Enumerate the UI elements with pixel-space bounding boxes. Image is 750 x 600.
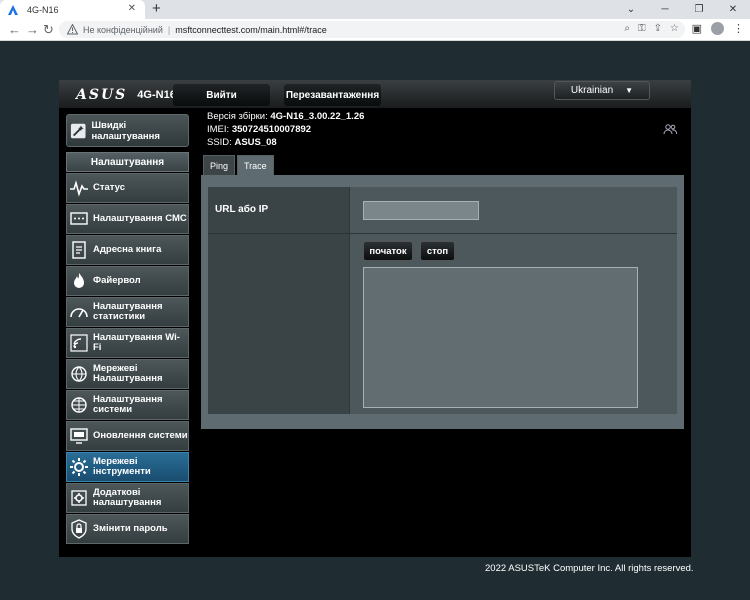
close-window-icon[interactable]: ✕ <box>716 0 750 19</box>
sidebar-item-network-tools[interactable]: Мережеві інструменти <box>66 452 189 482</box>
system-globe-icon <box>71 397 87 413</box>
tab-close-icon[interactable]: ✕ <box>128 3 136 14</box>
build-value: 4G-N16_3.00.22_1.26 <box>270 111 365 122</box>
pulse-icon <box>70 180 88 197</box>
reboot-button[interactable]: Перезавантаження <box>284 84 381 106</box>
sidebar-item-label: Налаштування системи <box>93 394 163 415</box>
quick-setup-label: Швидкі налаштування <box>91 119 160 142</box>
window-controls: ⌄ ─ ❐ ✕ <box>614 0 750 19</box>
browser-tabstrip: 4G-N16 ✕ + ⌄ ─ ❐ ✕ <box>0 0 750 19</box>
sidebar-item-statistics-settings[interactable]: Налаштування статистики <box>66 297 189 327</box>
statistics-icon <box>70 308 88 318</box>
url-ip-input[interactable] <box>363 201 479 220</box>
url-text: msftconnecttest.com/main.html#/trace <box>175 24 327 35</box>
sms-icon <box>70 212 88 225</box>
quick-setup-button[interactable]: Швидкі налаштування <box>66 114 189 147</box>
address-book-icon <box>72 241 86 259</box>
stop-button[interactable]: стоп <box>420 241 455 261</box>
device-info: Версія збірки: 4G-N16_3.00.22_1.26 IMEI:… <box>207 110 364 149</box>
warning-icon <box>67 24 78 35</box>
tab-trace[interactable]: Trace <box>237 155 274 175</box>
users-icon[interactable] <box>663 123 677 135</box>
dropdown-tabs-icon[interactable]: ⌄ <box>614 0 648 19</box>
sidebar-item-address-book[interactable]: Адресна книга <box>66 235 189 265</box>
sidebar-item-label: Адресна книга <box>93 244 162 255</box>
sidebar-item-sms-settings[interactable]: Налаштування СМС <box>66 204 189 234</box>
sidebar-item-system-settings[interactable]: Налаштування системи <box>66 390 189 420</box>
minimize-icon[interactable]: ─ <box>648 0 682 19</box>
logout-button[interactable]: Вийти <box>173 84 270 106</box>
language-select[interactable]: Ukrainian ▼ <box>554 81 650 100</box>
sidebar-item-label: Налаштування статистики <box>93 301 163 322</box>
menu-kebab-icon[interactable]: ⋮ <box>733 22 744 35</box>
bookmark-star-icon[interactable]: ☆ <box>670 23 679 34</box>
language-value: Ukrainian <box>570 85 614 96</box>
not-secure-label: Не конфіденційний <box>83 24 163 35</box>
address-separator: | <box>167 24 171 35</box>
sidebar-item-label: Налаштування СМС <box>93 213 187 224</box>
model-name: 4G-N16 <box>137 89 176 101</box>
sidebar-item-label: Статус <box>93 182 126 193</box>
share-icon[interactable]: ⇪ <box>654 23 662 34</box>
new-tab-button[interactable]: + <box>152 1 161 17</box>
sidebar-item-label: Мережеві Налаштування <box>93 363 163 384</box>
browser-toolbar: ← → ↻ Не конфіденційний | msftconnecttes… <box>0 19 750 41</box>
forward-icon[interactable]: → <box>26 22 39 37</box>
update-monitor-icon <box>70 428 88 444</box>
sidebar-item-label: Файервол <box>93 275 141 286</box>
profile-avatar-icon[interactable] <box>711 22 724 35</box>
sidebar-item-network-settings[interactable]: Мережеві Налаштування <box>66 359 189 389</box>
copyright-footer: 2022 ASUSTeK Computer Inc. All rights re… <box>485 563 694 574</box>
key-icon[interactable]: ⚿ <box>638 23 646 34</box>
trace-form: URL або IP початок стоп <box>208 187 677 414</box>
reload-icon[interactable]: ↻ <box>43 22 54 37</box>
settings-header: Налаштування <box>66 152 189 172</box>
address-bar[interactable]: Не конфіденційний | msftconnecttest.com/… <box>59 21 685 38</box>
sidebar-item-status[interactable]: Статус <box>66 173 189 203</box>
build-label: Версія збірки: <box>207 111 268 122</box>
imei-value: 350724510007892 <box>231 124 312 135</box>
wand-icon <box>70 123 86 138</box>
asus-logo: ASUS <box>76 87 128 103</box>
imei-label: IMEI: <box>207 124 230 135</box>
side-panel-icon[interactable]: ▣ <box>692 22 702 35</box>
sidebar-item-change-password[interactable]: Змінити пароль <box>66 514 189 544</box>
trace-panel: URL або IP початок стоп <box>201 175 684 429</box>
url-ip-label: URL або IP <box>215 204 269 215</box>
chevron-down-icon: ▼ <box>625 86 634 95</box>
sidebar-item-label: Змінити пароль <box>93 523 168 534</box>
start-button[interactable]: початок <box>363 241 413 261</box>
router-frame: ASUS 4G-N16 Вийти Перезавантаження Ukrai… <box>59 80 691 557</box>
sidebar-item-label: Оновлення системи <box>93 430 188 441</box>
sidebar-item-system-update[interactable]: Оновлення системи <box>66 421 189 451</box>
advanced-settings-icon <box>71 490 87 506</box>
tab-ping[interactable]: Ping <box>203 155 236 175</box>
back-icon[interactable]: ← <box>8 22 21 37</box>
sidebar-menu: Статус Налаштування СМС Адресна книга Фа… <box>66 173 189 545</box>
sidebar-item-wifi-settings[interactable]: Налаштування Wi-Fi <box>66 328 189 358</box>
search-icon[interactable]: ⌕ <box>624 23 630 34</box>
sidebar-item-firewall[interactable]: Файервол <box>66 266 189 296</box>
sidebar-item-label: Мережеві інструменти <box>93 456 151 477</box>
brand-logo: ASUS 4G-N16 <box>76 87 176 103</box>
ssid-value: ASUS_08 <box>234 137 277 148</box>
label-column <box>208 187 350 414</box>
firewall-icon <box>74 273 84 288</box>
row-divider <box>208 233 677 234</box>
network-globe-icon <box>71 366 87 382</box>
trace-output-area[interactable] <box>363 267 638 408</box>
tool-tabs: Ping Trace <box>203 155 276 175</box>
sidebar-item-label: Налаштування Wi-Fi <box>93 332 180 353</box>
sidebar-item-advanced-settings[interactable]: Додаткові налаштування <box>66 483 189 513</box>
tab-title: 4G-N16 <box>27 4 59 15</box>
router-header: ASUS 4G-N16 Вийти Перезавантаження Ukrai… <box>59 80 691 108</box>
wifi-icon <box>70 334 88 352</box>
lock-icon <box>71 519 87 539</box>
asus-favicon-icon <box>8 4 18 15</box>
restore-icon[interactable]: ❐ <box>682 0 716 19</box>
network-tools-icon <box>70 458 88 476</box>
ssid-label: SSID: <box>207 137 232 148</box>
sidebar-item-label: Додаткові налаштування <box>93 487 162 508</box>
browser-tab[interactable]: 4G-N16 ✕ <box>0 0 145 19</box>
